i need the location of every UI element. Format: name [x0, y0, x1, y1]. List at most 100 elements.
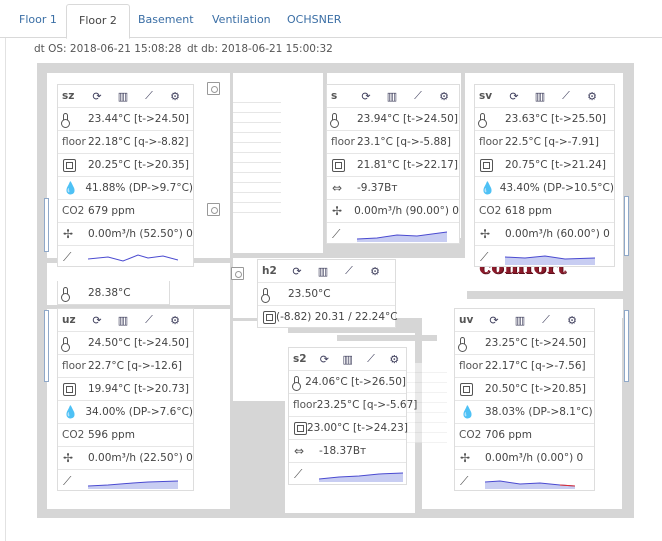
sparkline	[88, 254, 178, 262]
room-panel-s: s ⟳ ▥ ⟋ ⚙ 23.94°C [t->24.50] floor 23.1°C…	[326, 84, 460, 244]
bar-chart-icon[interactable]: ▥	[310, 265, 336, 278]
humidity-icon: 💧	[480, 181, 495, 195]
trend-icon: ⟋	[63, 473, 72, 488]
line-chart-icon[interactable]: ⟋	[405, 89, 431, 103]
floor-label: floor	[331, 136, 355, 148]
air-temp: 23.63°C [t->25.50]	[505, 113, 606, 125]
thermometer-icon	[61, 337, 70, 352]
humidity: 43.40% (DP->10.5°C)	[499, 182, 614, 194]
floor-label: floor	[293, 399, 317, 411]
humidity-icon: 💧	[63, 181, 78, 195]
room-panel-s2: s2 ⟳ ▥ ⟋ ⚙ 24.06°C [t->26.50] floor 23.25…	[288, 347, 417, 485]
trend-icon: ⟋	[460, 473, 469, 488]
thermometer-icon	[458, 337, 467, 352]
floor-label: floor	[62, 136, 86, 148]
window	[44, 310, 49, 382]
duct-icon	[207, 203, 220, 216]
refresh-icon[interactable]: ⟳	[353, 90, 379, 103]
line-chart-icon[interactable]: ⟋	[136, 313, 162, 327]
wall	[337, 335, 437, 341]
power: -9.37Вт	[357, 182, 398, 194]
trend-icon: ⟋	[332, 226, 341, 241]
refresh-icon[interactable]: ⟳	[84, 314, 110, 327]
refresh-icon[interactable]: ⟳	[313, 353, 336, 366]
co2-value: 618 ppm	[505, 205, 552, 217]
fan-icon: ✢	[63, 227, 74, 241]
radiator-icon	[63, 158, 76, 172]
line-chart-icon[interactable]: ⟋	[533, 313, 559, 327]
radiator-icon	[460, 382, 473, 396]
refresh-icon[interactable]: ⟳	[501, 90, 527, 103]
bar-chart-icon[interactable]: ▥	[507, 314, 533, 327]
co2-label: CO2	[62, 205, 85, 217]
radiator-temp: (-8.82) 20.31 / 22.24°C	[276, 311, 398, 323]
thermometer-icon	[478, 113, 487, 128]
radiator-temp: 20.75°C [t->21.24]	[505, 159, 606, 171]
gear-icon[interactable]: ⚙	[362, 265, 388, 278]
tab-floor-2[interactable]: Floor 2	[66, 4, 130, 39]
co2-label: CO2	[479, 205, 502, 217]
room-panel-h2: h2 ⟳ ▥ ⟋ ⚙ 23.50°C (-8.82) 20.31 / 22.24…	[257, 259, 398, 328]
air-temp: 23.25°C [t->24.50]	[485, 337, 586, 349]
floor-label: floor	[62, 360, 86, 372]
co2-value: 596 ppm	[88, 429, 135, 441]
tab-ochsner[interactable]: OCHSNER	[275, 4, 353, 38]
refresh-icon[interactable]: ⟳	[284, 265, 310, 278]
wall	[467, 291, 627, 299]
gear-icon[interactable]: ⚙	[579, 90, 605, 103]
humidity: 41.88% (DP->9.7°C)	[85, 182, 193, 194]
gear-icon[interactable]: ⚙	[383, 353, 406, 366]
trend-icon: ⟋	[294, 466, 303, 481]
humidity-icon: 💧	[63, 405, 78, 419]
floor-temp: 22.17°C [q->-7.56]	[485, 360, 586, 372]
co2-label: CO2	[62, 429, 85, 441]
thermometer-icon	[61, 286, 70, 302]
gear-icon[interactable]: ⚙	[431, 90, 457, 103]
bar-chart-icon[interactable]: ▥	[379, 90, 405, 103]
room-title: uz	[62, 314, 76, 326]
window	[624, 196, 629, 256]
gear-icon[interactable]: ⚙	[162, 90, 188, 103]
air-temp: 24.50°C [t->24.50]	[88, 337, 189, 349]
tab-floor-1[interactable]: Floor 1	[7, 4, 69, 38]
duct-icon	[207, 82, 220, 95]
refresh-icon[interactable]: ⟳	[84, 90, 110, 103]
sparkline	[357, 231, 447, 242]
gear-icon[interactable]: ⚙	[559, 314, 585, 327]
sparkline	[505, 255, 595, 265]
trend-icon: ⟋	[63, 249, 72, 264]
air-temp: 24.06°C [t->26.50]	[305, 376, 406, 388]
tab-basement[interactable]: Basement	[126, 4, 206, 38]
floor-label: floor	[479, 136, 503, 148]
line-chart-icon[interactable]: ⟋	[336, 264, 362, 278]
line-chart-icon[interactable]: ⟋	[136, 89, 162, 103]
sparkline	[485, 480, 575, 489]
window	[44, 198, 49, 252]
thermometer-icon	[292, 376, 301, 391]
content-border	[5, 38, 6, 541]
dt-db: dt db: 2018-06-21 15:00:32	[187, 43, 333, 55]
floor-temp: 22.7°C [q->-12.6]	[88, 360, 182, 372]
window	[624, 310, 629, 382]
humidity: 38.03% (DP->8.1°C)	[485, 406, 593, 418]
power-icon: ⇔	[332, 181, 343, 195]
line-chart-icon[interactable]: ⟋	[553, 89, 579, 103]
line-chart-icon[interactable]: ⟋	[359, 352, 382, 366]
refresh-icon[interactable]: ⟳	[481, 314, 507, 327]
bar-chart-icon[interactable]: ▥	[110, 90, 136, 103]
floor-label: floor	[459, 360, 483, 372]
ventilation: 0.00m³/h (52.50°) 0	[88, 228, 193, 240]
fan-icon: ✢	[63, 451, 74, 465]
thermometer-icon	[61, 113, 70, 128]
ventilation: 0.00m³/h (22.50°) 0	[88, 452, 193, 464]
bar-chart-icon[interactable]: ▥	[336, 353, 359, 366]
humidity: 34.00% (DP->7.6°C)	[85, 406, 193, 418]
air-temp: 23.50°C	[288, 288, 331, 300]
bar-chart-icon[interactable]: ▥	[527, 90, 553, 103]
gear-icon[interactable]: ⚙	[162, 314, 188, 327]
room-panel-sv: sv ⟳ ▥ ⟋ ⚙ 23.63°C [t->25.50] floor 22.5°…	[474, 84, 615, 267]
room-title: sz	[62, 90, 75, 102]
bar-chart-icon[interactable]: ▥	[110, 314, 136, 327]
tab-ventilation[interactable]: Ventilation	[200, 4, 283, 38]
room-title: s	[331, 90, 338, 102]
